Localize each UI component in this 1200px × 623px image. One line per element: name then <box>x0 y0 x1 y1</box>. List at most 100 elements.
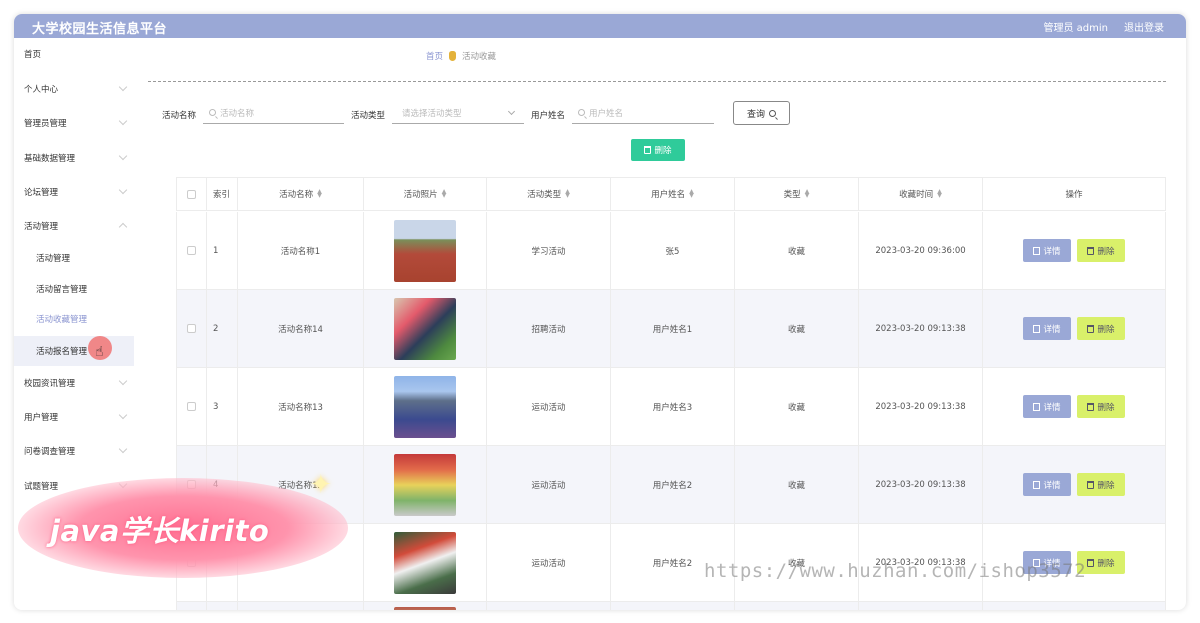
row-user-name <box>610 602 734 610</box>
activity-photo[interactable] <box>394 453 456 516</box>
row-index <box>206 602 237 610</box>
sort-icon: ▲ ▼ <box>317 188 322 199</box>
row-photo-cell <box>363 446 486 523</box>
user-name-input[interactable]: 用户姓名 <box>572 102 714 124</box>
sort-icon: ▲ ▼ <box>689 188 694 199</box>
delete-button[interactable]: 删除 <box>1077 317 1125 340</box>
row-fav-time: 2023-03-20 09:13:38 <box>858 290 982 367</box>
header-activity-name[interactable]: 活动名称 ▲ ▼ <box>237 178 363 210</box>
detail-button[interactable]: 详情 <box>1023 395 1071 418</box>
row-actions: 详情 删除 <box>982 368 1166 445</box>
header-checkbox-cell <box>176 178 206 210</box>
delete-button[interactable]: 删除 <box>1077 473 1125 496</box>
row-checkbox[interactable] <box>187 402 196 411</box>
row-fav-time: 2023-03-20 09:13:38 <box>858 368 982 445</box>
row-kind: 收藏 <box>734 368 858 445</box>
trash-icon <box>1087 480 1095 489</box>
sidebar-item-activity[interactable]: 活动管理 <box>14 212 134 240</box>
document-icon <box>1033 480 1041 489</box>
activity-photo[interactable] <box>394 375 456 438</box>
user-name-placeholder: 用户姓名 <box>589 108 624 119</box>
sort-icon: ▲ ▼ <box>804 188 810 199</box>
filter-user-label: 用户姓名 <box>531 111 566 121</box>
sidebar-item-profile[interactable]: 个人中心 <box>14 75 134 103</box>
search-icon <box>209 109 216 116</box>
delete-label: 删除 <box>1097 402 1115 413</box>
chevron-down-icon <box>118 185 128 195</box>
sidebar-subitem-activity-favorites[interactable]: 活动收藏管理 <box>14 305 134 333</box>
sidebar-item-label: 活动留言管理 <box>36 285 88 295</box>
sidebar-item-users[interactable]: 用户管理 <box>14 403 134 431</box>
row-photo-cell <box>363 602 486 610</box>
sidebar-item-basic-data[interactable]: 基础数据管理 <box>14 144 134 172</box>
row-kind: 收藏 <box>734 290 858 367</box>
table-header: 索引 活动名称 ▲ ▼ 活动照片 ▲ ▼ 活动类型 ▲ ▼ 用户姓名 ▲ ▼ 类型 ▲ ▼ 收藏时间… <box>176 178 1166 211</box>
detail-label: 详情 <box>1043 324 1061 335</box>
watermark: https://www.huzhan.com/ishop3572 <box>704 560 1087 582</box>
header-label: 收藏时间 <box>899 190 934 200</box>
detail-button[interactable]: 详情 <box>1023 473 1071 496</box>
delete-button[interactable]: 删除 <box>1077 239 1125 262</box>
delete-label: 删除 <box>1097 324 1115 335</box>
row-user-name: 用户姓名2 <box>610 446 734 523</box>
activity-photo[interactable] <box>394 531 456 594</box>
header-label: 活动类型 <box>527 190 562 200</box>
sidebar-item-survey[interactable]: 问卷调查管理 <box>14 437 134 465</box>
sidebar-item-label: 活动报名管理 <box>36 347 88 357</box>
activity-name-placeholder: 活动名称 <box>220 108 255 119</box>
header-label: 活动名称 <box>279 190 314 200</box>
header-user-name[interactable]: 用户姓名 ▲ ▼ <box>610 178 734 210</box>
sidebar-subitem-activity-signup[interactable]: 活动报名管理 <box>14 336 134 366</box>
sidebar-item-home[interactable]: 首页 <box>14 40 134 68</box>
row-checkbox[interactable] <box>187 324 196 333</box>
divider <box>148 81 1166 82</box>
sidebar-subitem-activity-comments[interactable]: 活动留言管理 <box>14 275 134 303</box>
header-kind[interactable]: 类型 ▲ ▼ <box>734 178 858 210</box>
header-activity-type[interactable]: 活动类型 ▲ ▼ <box>486 178 610 210</box>
row-actions: 详情 删除 <box>982 290 1166 367</box>
header-label: 索引 <box>213 190 231 200</box>
header-label: 用户姓名 <box>651 190 686 200</box>
activity-photo[interactable] <box>394 607 456 610</box>
top-bar: 大学校园生活信息平台 管理员 admin 退出登录 <box>14 14 1186 38</box>
detail-button[interactable]: 详情 <box>1023 317 1071 340</box>
row-kind: 收藏 <box>734 212 858 289</box>
detail-label: 详情 <box>1043 480 1061 491</box>
query-label: 查询 <box>746 109 765 120</box>
breadcrumb-current: 活动收藏 <box>462 52 497 62</box>
search-icon <box>578 109 585 116</box>
breadcrumb-home[interactable]: 首页 <box>426 50 443 62</box>
delete-label: 删除 <box>1097 480 1115 491</box>
activity-name-input[interactable]: 活动名称 <box>203 102 344 124</box>
row-actions: 详情 删除 <box>982 212 1166 289</box>
row-activity-type: 招聘活动 <box>486 290 610 367</box>
chevron-down-icon <box>118 444 128 454</box>
header-fav-time[interactable]: 收藏时间 ▲ ▼ <box>858 178 982 210</box>
activity-photo[interactable] <box>394 219 456 282</box>
row-activity-name: 活动名称14 <box>237 290 363 367</box>
bulk-delete-button[interactable]: 删除 <box>631 139 685 161</box>
logout-link[interactable]: 退出登录 <box>1124 19 1164 34</box>
sidebar-item-forum[interactable]: 论坛管理 <box>14 178 134 206</box>
sidebar-item-label: 活动收藏管理 <box>36 315 88 325</box>
header-activity-photo[interactable]: 活动照片 ▲ ▼ <box>363 178 486 210</box>
activity-type-select[interactable]: 请选择活动类型 <box>392 102 524 124</box>
app-title: 大学校园生活信息平台 <box>32 22 168 37</box>
row-checkbox-cell <box>176 602 206 610</box>
sidebar-item-admins[interactable]: 管理员管理 <box>14 109 134 137</box>
delete-button[interactable]: 删除 <box>1077 395 1125 418</box>
row-checkbox[interactable] <box>187 246 196 255</box>
activity-photo[interactable] <box>394 297 456 360</box>
sidebar-subitem-activity[interactable]: 活动管理 <box>14 244 134 272</box>
select-all-checkbox[interactable] <box>187 189 196 199</box>
query-button[interactable]: 查询 <box>733 101 790 125</box>
chevron-down-icon <box>118 82 128 92</box>
row-fav-time: 2023-03-20 09:13:38 <box>858 446 982 523</box>
detail-button[interactable]: 详情 <box>1023 239 1071 262</box>
row-checkbox-cell <box>176 368 206 445</box>
row-photo-cell <box>363 290 486 367</box>
header-actions: 操作 <box>982 178 1166 210</box>
admin-label: 管理员 admin <box>1043 23 1108 34</box>
sidebar-item-campus-news[interactable]: 校园资讯管理 <box>14 369 134 397</box>
trash-icon <box>644 146 652 154</box>
